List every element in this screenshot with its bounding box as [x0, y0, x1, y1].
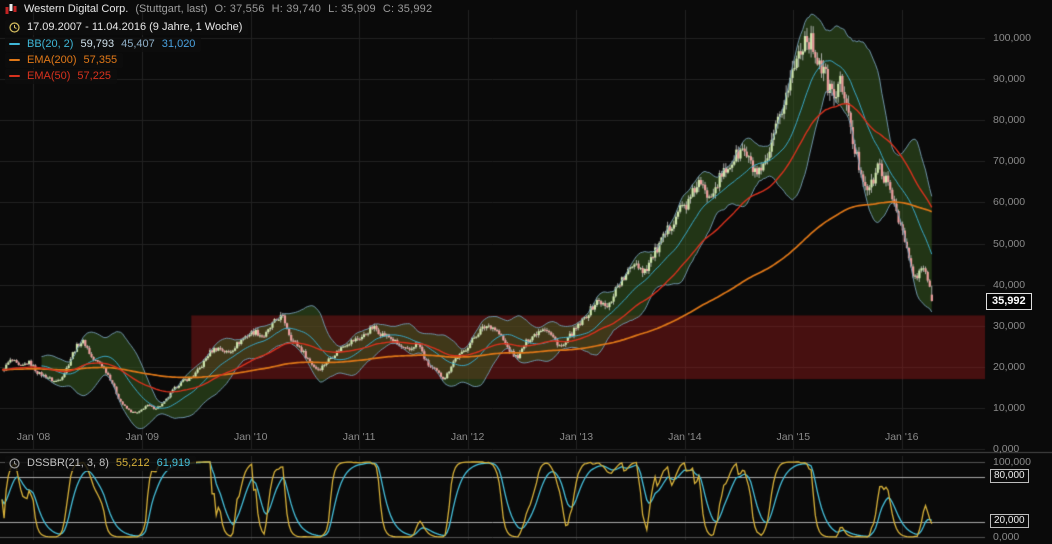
- legend-ema50[interactable]: EMA(50) 57,225: [5, 69, 118, 84]
- ema200-value: 57,355: [83, 54, 118, 66]
- close-value: C: 35,992: [382, 3, 433, 15]
- y-axis-tick: 40,000: [993, 278, 1026, 291]
- indicator-header[interactable]: DSSBR(21, 3, 8) 55,212 61,919: [5, 456, 197, 471]
- clock-icon: [9, 21, 20, 33]
- app-logo-icon: [5, 3, 17, 15]
- x-axis-tick: Jan '10: [233, 431, 268, 443]
- ema50-value: 57,225: [77, 70, 112, 82]
- y-axis-tick: 60,000: [993, 196, 1026, 209]
- x-axis-tick: Jan '12: [450, 431, 485, 443]
- y-axis-tick: 10,000: [993, 401, 1026, 414]
- indicator-value-1: 55,212: [115, 457, 150, 469]
- indicator-label: DSSBR(21, 3, 8): [27, 457, 109, 469]
- ema50-label: EMA(50): [27, 70, 71, 82]
- instrument-subtitle: (Stuttgart, last): [135, 3, 208, 15]
- indicator-y-tick: 0,000: [993, 531, 1020, 543]
- last-price-marker: 35,992: [986, 293, 1032, 311]
- low-value: L: 35,909: [328, 3, 376, 15]
- ema200-line-swatch-icon: [9, 59, 20, 61]
- indicator-y-tick: 80,000: [990, 469, 1029, 483]
- indicator-y-tick: 20,000: [990, 514, 1029, 528]
- bb-label: BB(20, 2): [27, 38, 74, 50]
- instrument-title: Western Digital Corp.: [24, 3, 129, 15]
- indicator-y-tick: 100,000: [993, 456, 1031, 468]
- ema50-line-swatch-icon: [9, 75, 20, 77]
- y-axis-tick: 50,000: [993, 237, 1026, 250]
- open-value: O: 37,556: [214, 3, 265, 15]
- high-value: H: 39,740: [271, 3, 322, 15]
- date-range-chip: 17.09.2007 - 11.04.2016 (9 Jahre, 1 Woch…: [5, 20, 249, 35]
- indicator-value-2: 61,919: [156, 457, 191, 469]
- y-axis-tick: 100,000: [993, 32, 1031, 44]
- x-axis-tick: Jan '08: [16, 431, 51, 443]
- legend-ema200[interactable]: EMA(200) 57,355: [5, 53, 124, 68]
- x-axis-tick: Jan '11: [342, 431, 376, 443]
- bb-lower-value: 31,020: [161, 38, 196, 50]
- legend-bollinger[interactable]: BB(20, 2) 59,793 45,407 31,020: [5, 37, 202, 52]
- y-axis-tick: 0,000: [993, 443, 1020, 455]
- y-axis-tick: 90,000: [993, 73, 1026, 86]
- y-axis-tick: 80,000: [993, 114, 1026, 127]
- chart-window: Western Digital Corp. (Stuttgart, last) …: [0, 0, 1052, 544]
- y-axis-tick: 30,000: [993, 319, 1026, 332]
- instrument-header: Western Digital Corp. (Stuttgart, last) …: [5, 3, 432, 15]
- bb-line-swatch-icon: [9, 43, 20, 45]
- bb-middle-value: 45,407: [121, 38, 155, 50]
- y-axis-tick: 20,000: [993, 360, 1026, 373]
- ema200-label: EMA(200): [27, 54, 77, 66]
- indicator-clock-icon: [9, 457, 20, 469]
- x-axis-tick: Jan '15: [776, 431, 811, 443]
- x-axis-tick: Jan '14: [668, 431, 702, 443]
- bb-upper-value: 59,793: [80, 38, 115, 50]
- y-axis-tick: 70,000: [993, 155, 1026, 168]
- x-axis-tick: Jan '13: [559, 431, 594, 443]
- x-axis-tick: Jan '16: [884, 431, 919, 443]
- date-range-label: 17.09.2007 - 11.04.2016 (9 Jahre, 1 Woch…: [27, 21, 243, 33]
- x-axis-tick: Jan '09: [125, 431, 160, 443]
